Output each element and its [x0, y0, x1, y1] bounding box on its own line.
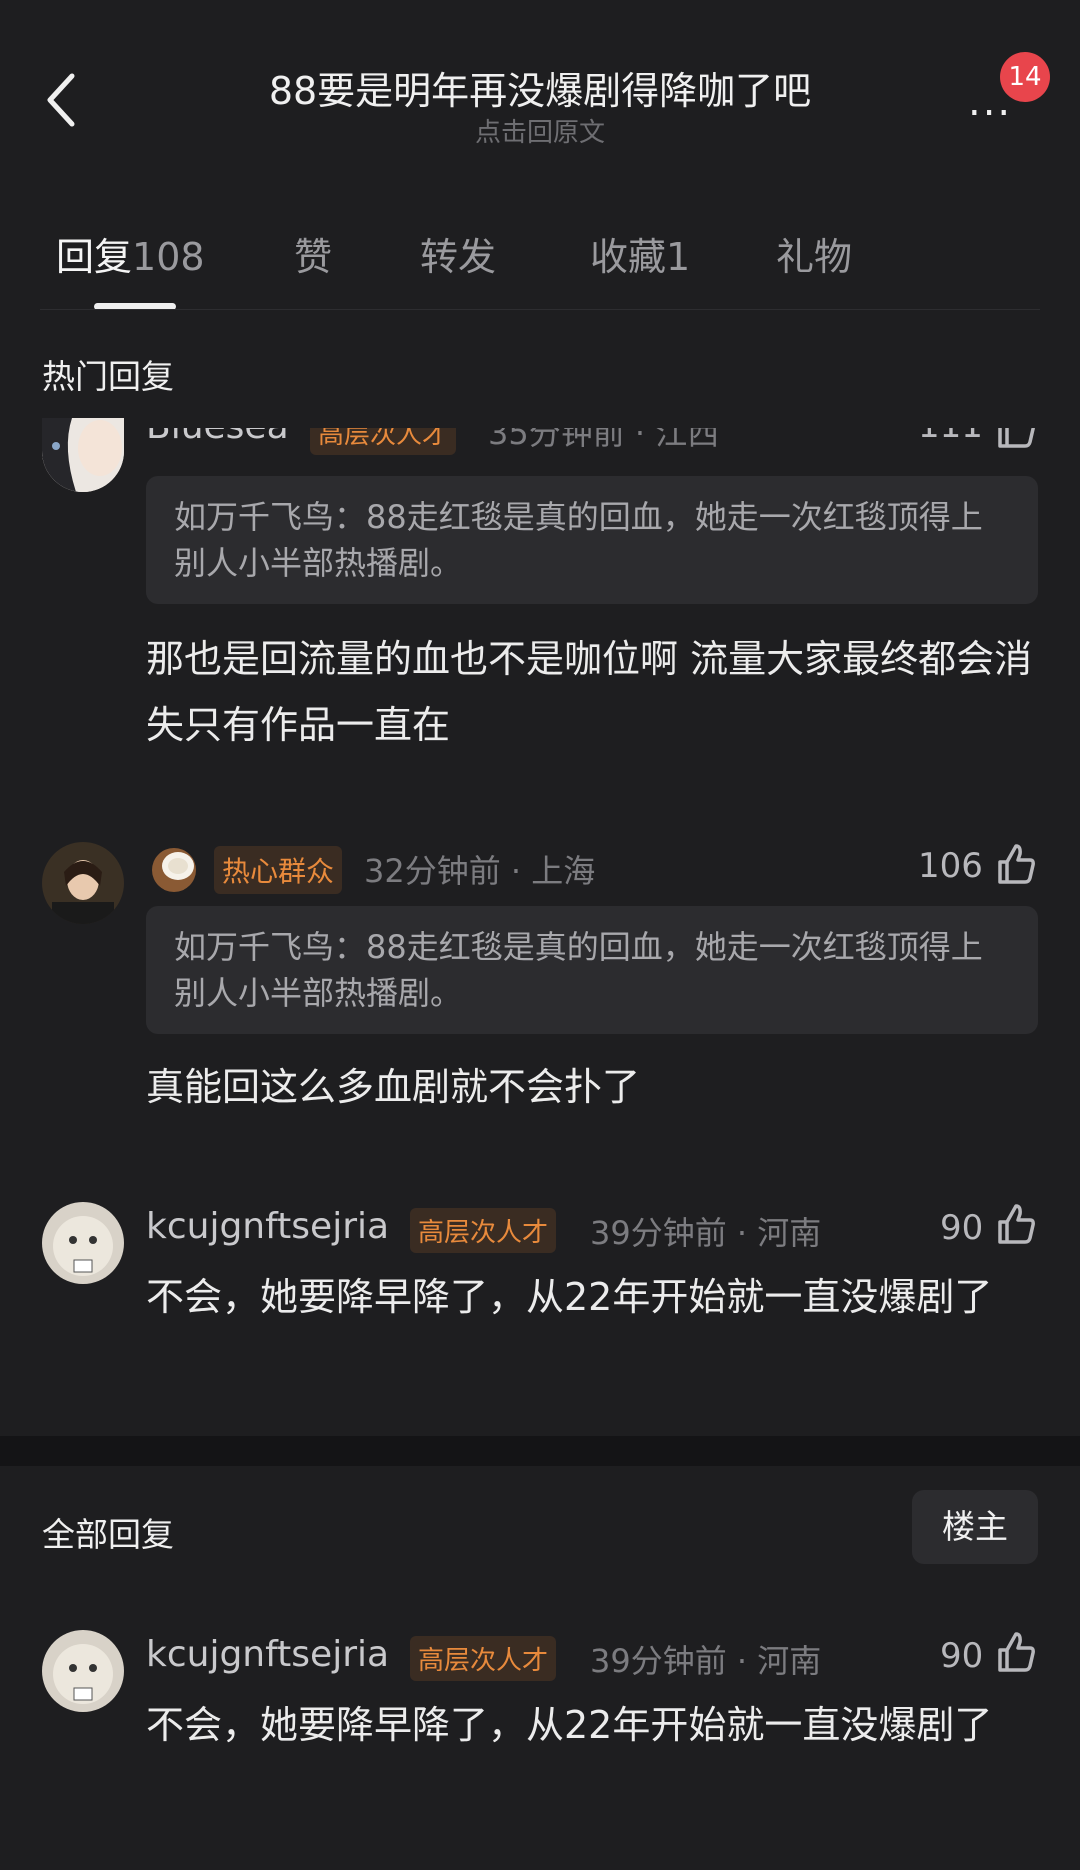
back-to-original-link[interactable]: 点击回原文 [0, 112, 1080, 149]
comment-body: 那也是回流量的血也不是咖位啊 流量大家最终都会消失只有作品一直在 [146, 637, 1033, 747]
all-replies-title: 全部回复 [42, 1515, 174, 1554]
like-count: 90 [940, 1208, 984, 1248]
user-tag: 热心群众 [214, 846, 343, 894]
username[interactable]: Bluesea [146, 428, 289, 447]
avatar[interactable] [42, 418, 124, 492]
more-options-icon[interactable]: ... [968, 82, 1012, 122]
tab-count: 1 [666, 235, 691, 279]
avatar[interactable] [42, 1630, 124, 1712]
tab-label: 收藏 [590, 235, 667, 279]
username[interactable]: kcujgnftsejria [146, 1206, 389, 1247]
tab-label: 回复 [56, 235, 133, 279]
comment-body: 不会，她要降早降了，从22年开始就一直没爆剧了 [146, 1275, 993, 1319]
hot-comment-1-header: Bluesea 高层次人才 35分钟前 · 江西 111 [0, 428, 1080, 456]
comment-meta: 35分钟前 · 江西 [488, 428, 720, 452]
comment-body: 真能回这么多血剧就不会扑了 [146, 1065, 641, 1109]
user-tag: 高层次人才 [410, 1208, 557, 1253]
user-tag: 高层次人才 [310, 428, 457, 455]
owner-filter-button[interactable]: 楼主 [912, 1490, 1038, 1564]
thumbs-up-icon[interactable] [994, 428, 1038, 450]
tab-likes[interactable]: 赞 [294, 226, 332, 281]
like-count: 106 [918, 846, 983, 886]
avatar-image [42, 842, 124, 924]
notification-badge: 14 [1000, 52, 1050, 102]
username[interactable]: kcujgnftsejria [146, 1634, 389, 1675]
avatar[interactable] [42, 842, 124, 924]
like-count: 90 [940, 1636, 984, 1676]
comment-meta: 39分钟前 · 河南 [590, 1642, 822, 1680]
tab-gifts[interactable]: 礼物 [776, 226, 852, 281]
tabs-divider [40, 309, 1040, 310]
section-separator [0, 1436, 1080, 1466]
post-title: 88要是明年再没爆剧得降咖了吧 [268, 69, 812, 113]
avatar-image [42, 1202, 124, 1284]
avatar[interactable] [42, 1202, 124, 1284]
coconut-icon [148, 842, 200, 894]
tab-label: 赞 [294, 235, 333, 279]
quoted-reply[interactable]: 如万千飞鸟：88走红毯是真的回血，她走一次红毯顶得上别人小半部热播剧。 [146, 476, 1038, 604]
comment-body: 不会，她要降早降了，从22年开始就一直没爆剧了 [146, 1703, 993, 1747]
thumbs-up-icon[interactable] [994, 1630, 1038, 1674]
tab-count: 108 [132, 235, 205, 279]
like-count: 111 [918, 428, 983, 446]
tab-label: 礼物 [776, 235, 853, 279]
tab-label: 转发 [420, 235, 497, 279]
hot-replies-title: 热门回复 [42, 357, 174, 396]
user-tag: 高层次人才 [410, 1636, 557, 1681]
thumbs-up-icon[interactable] [994, 1202, 1038, 1246]
tab-reposts[interactable]: 转发 [420, 226, 496, 281]
quoted-reply[interactable]: 如万千飞鸟：88走红毯是真的回血，她走一次红毯顶得上别人小半部热播剧。 [146, 906, 1038, 1034]
comment-meta: 39分钟前 · 河南 [590, 1214, 822, 1252]
comment-meta: 32分钟前 · 上海 [364, 852, 596, 890]
tab-replies[interactable]: 回复108 [56, 226, 205, 281]
avatar-image [42, 418, 124, 492]
thumbs-up-icon[interactable] [994, 842, 1038, 886]
tab-favorites[interactable]: 收藏1 [590, 226, 690, 281]
avatar-image [42, 1630, 124, 1712]
